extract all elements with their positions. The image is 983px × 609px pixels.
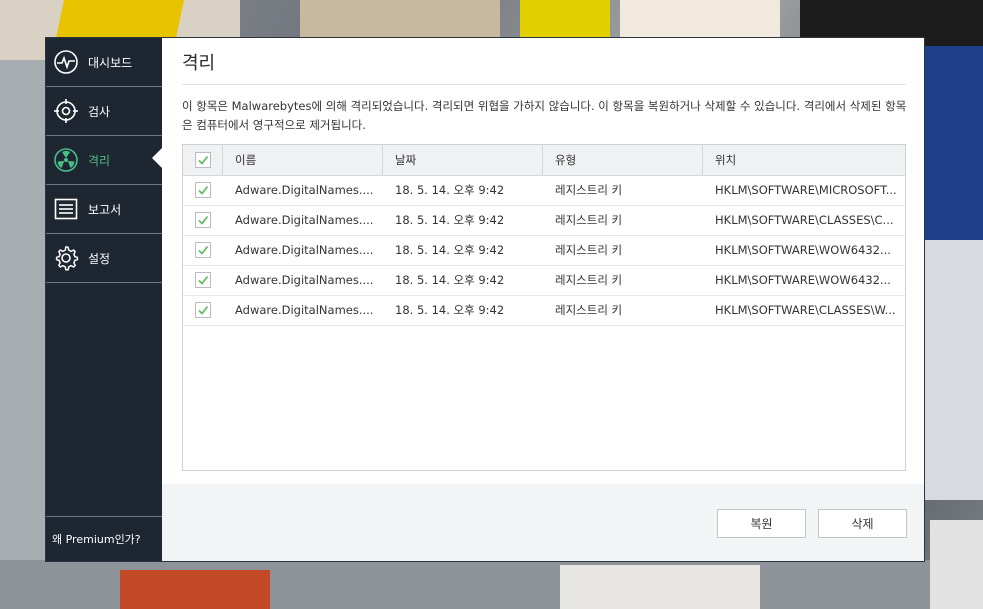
cell-date: 18. 5. 14. 오후 9:42 — [395, 303, 505, 317]
cell-date: 18. 5. 14. 오후 9:42 — [395, 243, 505, 257]
row-checkbox[interactable] — [195, 302, 211, 318]
quarantine-table: 이름 날짜 유형 위치 Adware.DigitalNames.... 18. … — [182, 144, 906, 471]
cell-type: 레지스트리 키 — [555, 243, 623, 257]
cell-name: Adware.DigitalNames.... — [235, 303, 374, 317]
table-row[interactable]: Adware.DigitalNames.... 18. 5. 14. 오후 9:… — [183, 265, 905, 296]
cell-location: HKLM\SOFTWARE\CLASSES\W... — [715, 303, 896, 317]
cell-location: HKLM\SOFTWARE\CLASSES\C... — [715, 213, 894, 227]
pulse-icon — [48, 38, 84, 86]
select-all-checkbox[interactable] — [194, 152, 211, 168]
cell-location: HKLM\SOFTWARE\WOW6432... — [715, 273, 891, 287]
why-premium-link[interactable]: 왜 Premium인가? — [46, 516, 162, 561]
cell-type: 레지스트리 키 — [555, 303, 623, 317]
table-row[interactable]: Adware.DigitalNames.... 18. 5. 14. 오후 9:… — [183, 235, 905, 266]
cell-type: 레지스트리 키 — [555, 273, 623, 287]
sidebar-item-quarantine[interactable]: 격리 — [46, 136, 162, 185]
header-name[interactable]: 이름 — [223, 145, 383, 175]
cell-date: 18. 5. 14. 오후 9:42 — [395, 273, 505, 287]
cell-location: HKLM\SOFTWARE\MICROSOFT... — [715, 183, 897, 197]
check-icon — [198, 246, 209, 255]
title-divider — [182, 84, 906, 85]
row-checkbox[interactable] — [195, 182, 211, 198]
cell-name: Adware.DigitalNames.... — [235, 243, 374, 257]
row-checkbox[interactable] — [195, 272, 211, 288]
header-type[interactable]: 유형 — [543, 145, 703, 175]
check-icon — [198, 216, 209, 225]
restore-button[interactable]: 복원 — [717, 509, 806, 538]
cell-date: 18. 5. 14. 오후 9:42 — [395, 213, 505, 227]
page-title: 격리 — [182, 53, 216, 74]
sidebar-item-label: 검사 — [88, 104, 111, 119]
table-row[interactable]: Adware.DigitalNames.... 18. 5. 14. 오후 9:… — [183, 175, 905, 206]
cell-location: HKLM\SOFTWARE\WOW6432... — [715, 243, 891, 257]
table-row[interactable]: Adware.DigitalNames.... 18. 5. 14. 오후 9:… — [183, 295, 905, 326]
sidebar-item-dashboard[interactable]: 대시보드 — [46, 38, 162, 87]
target-icon — [48, 87, 84, 135]
gear-icon — [48, 234, 84, 282]
page-description: 이 항목은 Malwarebytes에 의해 격리되었습니다. 격리되면 위협을… — [182, 99, 907, 132]
check-icon — [198, 276, 209, 285]
check-icon — [197, 156, 208, 165]
table-header: 이름 날짜 유형 위치 — [183, 145, 905, 176]
malwarebytes-window: 대시보드 검사 격리 보고서 설정 왜 Premium인가? 격리 이 항목은 … — [46, 38, 924, 561]
sidebar-item-label: 설정 — [88, 251, 111, 266]
cell-date: 18. 5. 14. 오후 9:42 — [395, 183, 505, 197]
sidebar-item-label: 보고서 — [88, 202, 122, 217]
cell-type: 레지스트리 키 — [555, 183, 623, 197]
row-checkbox[interactable] — [195, 212, 211, 228]
cell-name: Adware.DigitalNames.... — [235, 213, 374, 227]
row-checkbox[interactable] — [195, 242, 211, 258]
header-select-all[interactable] — [183, 145, 223, 175]
report-icon — [48, 185, 84, 233]
cell-name: Adware.DigitalNames.... — [235, 183, 374, 197]
check-icon — [198, 186, 209, 195]
table-row[interactable]: Adware.DigitalNames.... 18. 5. 14. 오후 9:… — [183, 205, 905, 236]
cell-type: 레지스트리 키 — [555, 213, 623, 227]
radiation-icon — [48, 136, 84, 184]
check-icon — [198, 306, 209, 315]
cell-name: Adware.DigitalNames.... — [235, 273, 374, 287]
action-footer: 복원 삭제 — [162, 484, 924, 561]
sidebar-item-settings[interactable]: 설정 — [46, 234, 162, 283]
active-nav-pointer — [152, 148, 162, 168]
header-location[interactable]: 위치 — [703, 145, 905, 175]
sidebar-item-reports[interactable]: 보고서 — [46, 185, 162, 234]
delete-button[interactable]: 삭제 — [818, 509, 907, 538]
sidebar-item-label: 대시보드 — [88, 55, 133, 70]
sidebar-item-scan[interactable]: 검사 — [46, 87, 162, 136]
sidebar-item-label: 격리 — [88, 153, 111, 168]
sidebar: 대시보드 검사 격리 보고서 설정 왜 Premium인가? — [46, 38, 163, 561]
header-date[interactable]: 날짜 — [383, 145, 543, 175]
quarantine-panel: 격리 이 항목은 Malwarebytes에 의해 격리되었습니다. 격리되면 … — [162, 38, 924, 561]
